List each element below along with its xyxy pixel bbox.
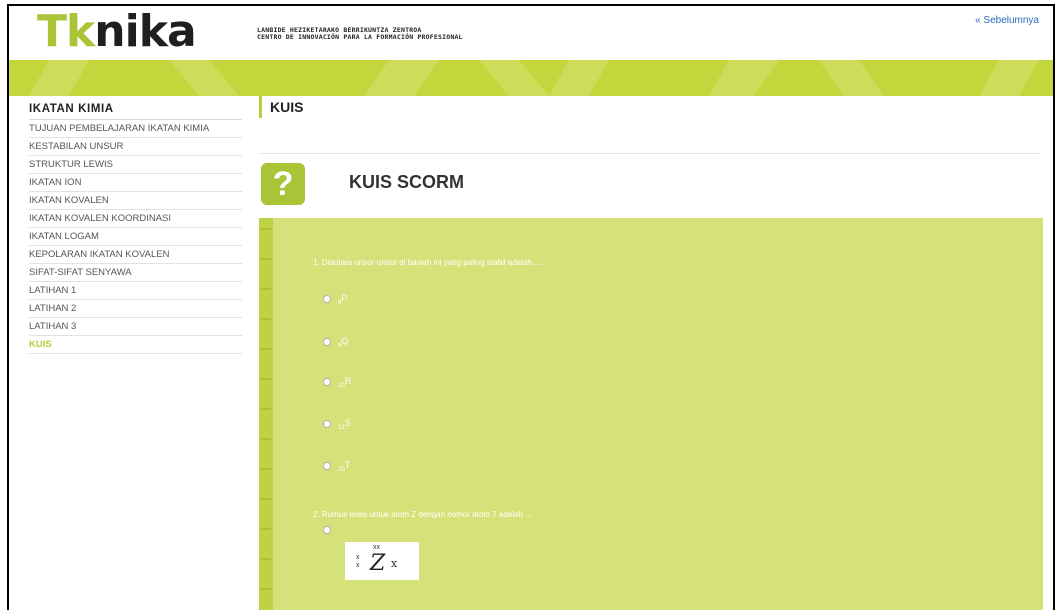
logo-tagline: LANBIDE HEZIKETARAKO BERRIKUNTZA ZENTROA… (257, 27, 463, 41)
sidebar-nav: IKATAN KIMIA TUJUAN PEMBELAJARAN IKATAN … (29, 101, 242, 354)
q1-option-s[interactable]: 12S (323, 418, 351, 431)
logo-tk: Tk (37, 6, 95, 57)
radio-button[interactable] (323, 295, 331, 304)
quiz-title: KUIS SCORM (349, 172, 465, 192)
question-1-text: 1. Diantara unsur-unsur di bawah ini yan… (313, 258, 543, 267)
radio-button[interactable] (323, 420, 331, 429)
radio-button[interactable] (323, 378, 331, 387)
browser-frame: Tknika LANBIDE HEZIKETARAKO BERRIKUNTZA … (7, 4, 1055, 610)
option-label: 20T (338, 460, 351, 473)
sidebar-item-kovalen-koordinasi[interactable]: IKATAN KOVALEN KOORDINASI (29, 210, 242, 228)
sidebar-item-tujuan[interactable]: TUJUAN PEMBELAJARAN IKATAN KIMIA (29, 120, 242, 138)
q1-option-p[interactable]: 8P (323, 293, 347, 306)
strip-pattern (261, 228, 271, 590)
radio-button[interactable] (323, 462, 331, 471)
question-icon: ? (261, 163, 305, 205)
quiz-panel: 1. Diantara unsur-unsur di bawah ini yan… (259, 218, 1043, 610)
q1-option-t[interactable]: 20T (323, 460, 350, 473)
tagline-line-2: CENTRO DE INNOVACIÓN PARA LA FORMACIÓN P… (257, 33, 463, 41)
page-title: KUIS (259, 96, 303, 118)
q1-option-q[interactable]: 9Q (323, 336, 348, 349)
q1-option-r[interactable]: 10R (323, 376, 351, 389)
lewis-dots-right: x (391, 557, 398, 570)
sidebar-item-struktur-lewis[interactable]: STRUKTUR LEWIS (29, 156, 242, 174)
option-label: 12S (338, 418, 351, 431)
quiz-side-strip (259, 218, 273, 610)
lewis-symbol: Z (370, 551, 386, 576)
lewis-dots-top: xx (373, 544, 380, 551)
option-label: 10R (338, 376, 352, 389)
radio-button[interactable] (323, 526, 331, 534)
sidebar-item-latihan-3[interactable]: LATIHAN 3 (29, 318, 242, 336)
radio-button[interactable] (323, 338, 331, 347)
previous-link[interactable]: « Sebelumnya (975, 15, 1039, 26)
lewis-dots-left: xx (356, 554, 360, 569)
sidebar-item-ikatan-logam[interactable]: IKATAN LOGAM (29, 228, 242, 246)
lewis-structure-image: xx xx Z x (345, 542, 419, 580)
site-header: Tknika LANBIDE HEZIKETARAKO BERRIKUNTZA … (9, 6, 1053, 56)
tknika-logo[interactable]: Tknika (37, 10, 197, 54)
sidebar-item-sifat-senyawa[interactable]: SIFAT-SIFAT SENYAWA (29, 264, 242, 282)
sidebar-item-ikatan-ion[interactable]: IKATAN ION (29, 174, 242, 192)
question-2-text: 2. Rumus lewis untuk atom Z dengan nomor… (313, 510, 532, 519)
logo-nika: nika (94, 6, 196, 57)
banner-pattern (29, 60, 1039, 96)
sidebar-item-latihan-2[interactable]: LATIHAN 2 (29, 300, 242, 318)
header-banner (9, 60, 1053, 96)
sidebar-item-ikatan-kovalen[interactable]: IKATAN KOVALEN (29, 192, 242, 210)
q2-option-1[interactable] (323, 526, 331, 534)
sidebar-item-kepolaran[interactable]: KEPOLARAN IKATAN KOVALEN (29, 246, 242, 264)
option-label: 9Q (338, 336, 349, 349)
divider (259, 153, 1039, 154)
sidebar-item-kestabilan[interactable]: KESTABILAN UNSUR (29, 138, 242, 156)
sidebar-title: IKATAN KIMIA (29, 101, 242, 120)
sidebar-item-kuis[interactable]: KUIS (29, 336, 242, 354)
option-label: 8P (338, 293, 348, 306)
sidebar-item-latihan-1[interactable]: LATIHAN 1 (29, 282, 242, 300)
